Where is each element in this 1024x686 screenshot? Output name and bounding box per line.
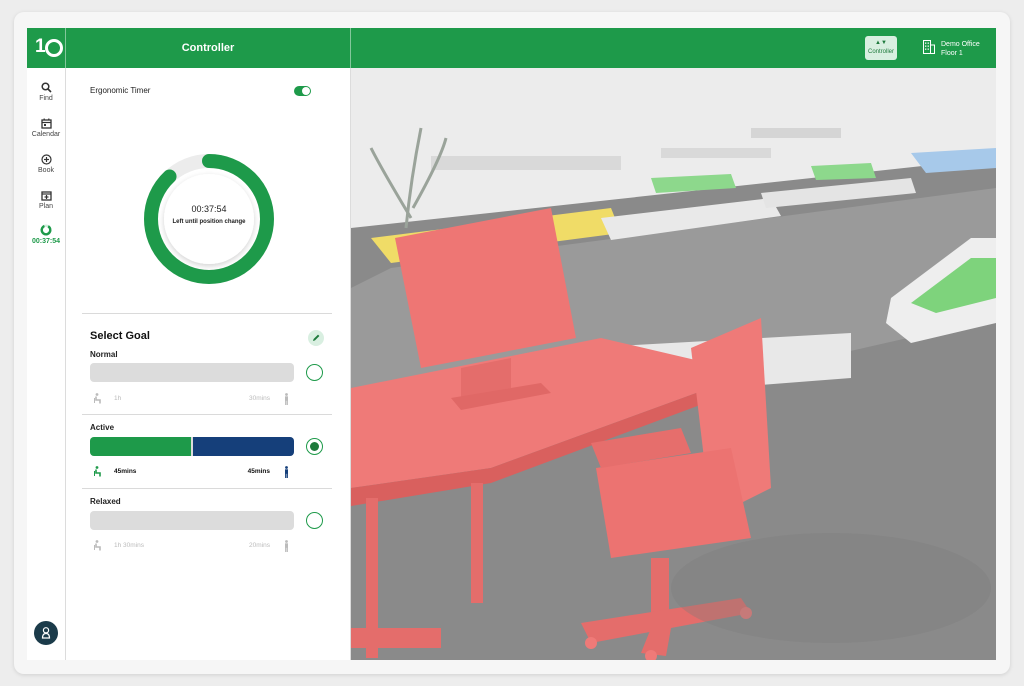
sidebar: Find Calendar Book Plan 00:37:54 [27, 68, 66, 660]
sidebar-item-plan[interactable]: Plan [27, 190, 65, 210]
divider [82, 414, 332, 415]
sitting-person-icon [94, 393, 103, 406]
divider [350, 28, 351, 68]
goal-name-normal: Normal [90, 350, 118, 359]
standing-person-icon [283, 540, 290, 554]
up-down-arrows-icon: ▲▼ [875, 40, 887, 46]
standing-person-icon [283, 393, 290, 407]
edit-goal-button[interactable] [308, 330, 324, 346]
sit-duration: 1h 30mins [114, 542, 144, 549]
timer-countdown: 00:37:54 [191, 204, 227, 214]
avatar[interactable] [34, 621, 58, 645]
controller-button-label: Controller [867, 49, 894, 55]
goal-bar-relaxed[interactable] [90, 511, 294, 530]
sit-duration: 1h [114, 395, 122, 402]
goal-radio-active[interactable] [306, 438, 323, 455]
sidebar-item-label: Find [39, 95, 53, 102]
stand-segment [193, 437, 294, 456]
app-logo[interactable]: 1 [33, 36, 63, 60]
app: 1 Controller ▲▼ Controller Demo Office F… [27, 28, 996, 660]
goal-bar-normal[interactable] [90, 363, 294, 382]
goal-meta-active: 45mins 45mins [90, 466, 294, 478]
office-3d-view[interactable] [351, 68, 996, 660]
sit-duration: 45mins [114, 468, 137, 475]
plus-circle-icon [40, 154, 52, 165]
sitting-person-icon [94, 466, 103, 479]
sitting-person-icon [94, 540, 103, 553]
stand-duration: 30mins [249, 395, 270, 402]
timer-subtitle: Left until position change [172, 219, 246, 225]
stand-duration: 20mins [249, 542, 270, 549]
sidebar-item-book[interactable]: Book [27, 154, 65, 174]
timer-ring-icon [40, 224, 52, 236]
stand-duration: 45mins [247, 468, 270, 475]
goal-name-active: Active [90, 423, 115, 432]
sidebar-item-timer[interactable]: 00:37:54 [27, 224, 65, 245]
timer-ring: 00:37:54 Left until position change [140, 150, 278, 288]
goal-bar-active[interactable] [90, 437, 294, 456]
ergonomic-timer-label: Ergonomic Timer [90, 86, 151, 95]
plan-icon [40, 191, 52, 201]
goal-name-relaxed: Relaxed [90, 497, 121, 506]
top-bar: 1 Controller ▲▼ Controller Demo Office F… [27, 28, 996, 68]
divider [82, 313, 332, 314]
controller-panel: Ergonomic Timer 00:37:54 Left until posi… [66, 68, 351, 660]
panel-title: Controller [181, 42, 235, 54]
goal-radio-normal[interactable] [306, 364, 323, 381]
controller-button[interactable]: ▲▼ Controller [865, 36, 897, 60]
floor-name: Floor 1 [941, 50, 963, 57]
goal-meta-relaxed: 1h 30mins 20mins [90, 540, 294, 552]
search-icon [40, 82, 52, 93]
user-icon [41, 627, 51, 639]
building-icon [923, 40, 935, 54]
sidebar-item-find[interactable]: Find [27, 82, 65, 102]
office-3d-scene[interactable] [351, 68, 996, 660]
pencil-icon [313, 334, 320, 341]
standing-person-icon [283, 466, 290, 480]
select-goal-title: Select Goal [90, 330, 150, 342]
office-name: Demo Office [941, 41, 980, 48]
divider [82, 488, 332, 489]
goal-radio-relaxed[interactable] [306, 512, 323, 529]
sidebar-item-calendar[interactable]: Calendar [27, 118, 65, 138]
sidebar-item-label: Plan [38, 203, 53, 210]
sidebar-item-label: Calendar [31, 131, 61, 138]
sit-segment [90, 437, 191, 456]
calendar-icon [40, 118, 52, 129]
ergonomic-timer-toggle[interactable] [294, 86, 311, 96]
sidebar-item-label: Book [38, 167, 54, 174]
sidebar-timer: 00:37:54 [31, 238, 61, 245]
goal-meta-normal: 1h 30mins [90, 393, 294, 405]
office-selector[interactable]: Demo Office Floor 1 [941, 40, 980, 58]
